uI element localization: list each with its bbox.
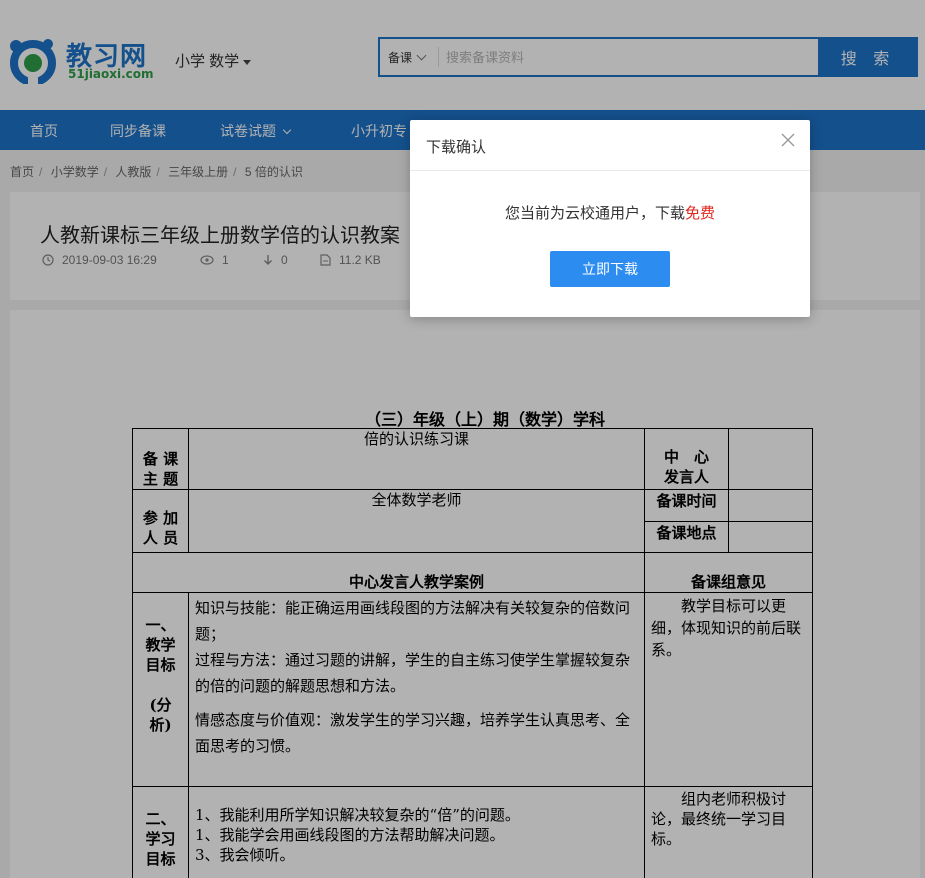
dialog-title: 下载确认 [426, 139, 487, 156]
dialog-message: 您当前为云校通用户，下载免费 [410, 202, 810, 223]
dialog-header: 下载确认 [410, 120, 810, 171]
close-icon[interactable] [778, 130, 798, 150]
download-confirm-dialog: 下载确认 您当前为云校通用户，下载免费 立即下载 [410, 120, 810, 317]
download-now-button[interactable]: 立即下载 [550, 251, 670, 287]
free-highlight: 免费 [685, 205, 716, 222]
dialog-message-text: 您当前为云校通用户，下载 [504, 205, 685, 222]
